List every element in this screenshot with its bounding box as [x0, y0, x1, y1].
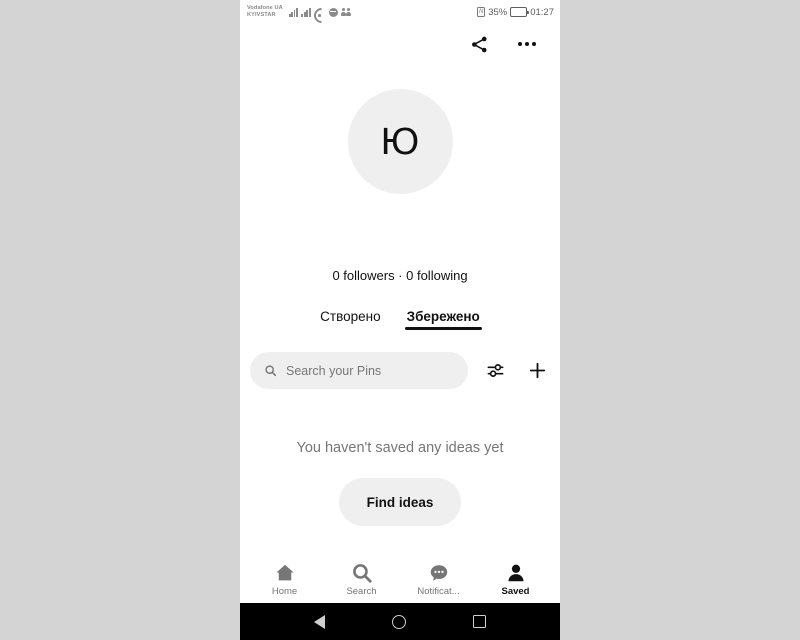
- tab-created[interactable]: Створено: [320, 309, 380, 330]
- profile-action-bar: [240, 24, 560, 64]
- status-bar-left: Vodafone UA KYIVSTAR: [247, 5, 352, 19]
- phone-viewport: Vodafone UA KYIVSTAR N 35% 01:27 Ю 0 fol…: [240, 0, 560, 640]
- nav-label-search: Search: [346, 585, 377, 597]
- wifi-icon: [314, 8, 325, 17]
- battery-icon: [510, 7, 530, 17]
- avatar-container: Ю: [240, 89, 560, 194]
- status-bar-icons: [288, 7, 352, 17]
- back-triangle-icon[interactable]: [313, 614, 325, 629]
- signal-bars-icon: [301, 7, 311, 17]
- nav-label-notifications: Notificat...: [417, 585, 460, 597]
- search-row-actions: [482, 358, 550, 384]
- follower-stats: 0 followers · 0 following: [332, 268, 468, 283]
- plus-icon: [529, 362, 545, 379]
- search-placeholder: Search your Pins: [286, 363, 382, 378]
- nav-item-notifications[interactable]: Notificat...: [405, 562, 473, 597]
- status-bar: Vodafone UA KYIVSTAR N 35% 01:27: [240, 0, 560, 24]
- person-icon: [507, 564, 524, 581]
- nav-item-home[interactable]: Home: [251, 562, 319, 597]
- home-circle-icon[interactable]: [391, 614, 406, 629]
- nav-item-saved[interactable]: Saved: [482, 562, 550, 597]
- people-icon: [340, 8, 352, 17]
- clock-label: 01:27: [530, 6, 554, 18]
- share-button[interactable]: [466, 31, 492, 57]
- signal-bars-icon: [288, 7, 298, 17]
- bottom-navigation: Home Search Notificat... Saved: [240, 555, 560, 603]
- chat-bubble-icon: [430, 564, 447, 581]
- tab-saved[interactable]: Збережено: [404, 309, 483, 330]
- filter-button[interactable]: [482, 358, 508, 384]
- home-icon: [275, 564, 294, 580]
- recents-square-icon[interactable]: [473, 615, 487, 628]
- nfc-icon: N: [477, 7, 486, 17]
- nav-item-search[interactable]: Search: [328, 562, 396, 597]
- create-pin-button[interactable]: [524, 358, 550, 384]
- empty-state-action-container: Find ideas: [240, 478, 560, 526]
- share-icon: [471, 36, 487, 52]
- status-bar-right: N 35% 01:27: [477, 7, 554, 18]
- more-options-button[interactable]: [514, 31, 540, 57]
- more-options-icon: [517, 41, 537, 47]
- search-icon: [352, 563, 372, 583]
- profile-tabs: Створено Збережено: [240, 309, 560, 330]
- android-system-nav: [240, 603, 560, 640]
- empty-state-message: You haven't saved any ideas yet: [296, 440, 504, 456]
- sliders-filter-icon: [487, 364, 503, 377]
- find-ideas-button[interactable]: Find ideas: [338, 478, 462, 526]
- nav-label-home: Home: [271, 585, 298, 597]
- nav-label-saved: Saved: [501, 585, 530, 597]
- pin-search-row: Search your Pins: [240, 352, 560, 389]
- avatar[interactable]: Ю: [347, 89, 453, 194]
- sync-icon: [328, 7, 338, 17]
- screenshot-canvas: Vodafone UA KYIVSTAR N 35% 01:27 Ю 0 fol…: [0, 0, 800, 640]
- battery-percent-label: 35%: [488, 6, 508, 18]
- search-input[interactable]: Search your Pins: [250, 352, 468, 389]
- search-icon: [265, 365, 277, 377]
- carrier-label: Vodafone UA KYIVSTAR: [247, 5, 283, 18]
